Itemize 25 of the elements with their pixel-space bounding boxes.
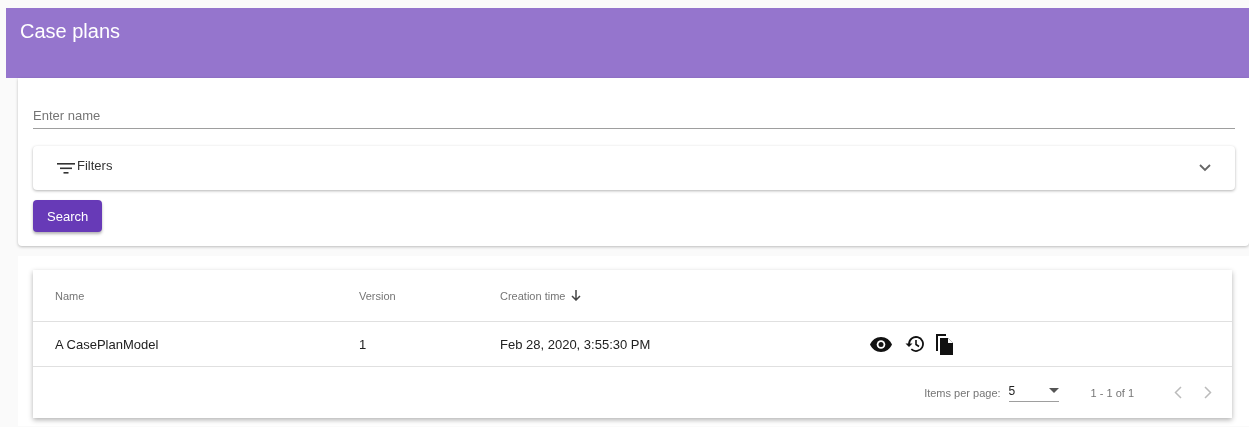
filter-icon — [57, 161, 75, 175]
history-icon — [904, 335, 924, 353]
table-cell: A CasePlanModel — [55, 336, 159, 352]
chevron-right-icon — [1204, 386, 1212, 399]
chevron-icon — [1199, 164, 1211, 172]
arrow-down-icon — [571, 290, 582, 301]
chevron-left-icon — [1174, 386, 1182, 399]
copy-button[interactable] — [936, 333, 953, 355]
copy-icon — [936, 333, 953, 355]
page-size-select[interactable]: 5 — [1008, 383, 1059, 402]
view-button[interactable] — [870, 336, 892, 352]
dropdown-arrow-icon — [1048, 388, 1059, 393]
column-header[interactable]: Name — [55, 289, 85, 302]
items-per-page-label: Items per page: — [924, 386, 1001, 399]
table-cell: 1 — [359, 336, 367, 352]
filters-label: Filters — [77, 157, 114, 173]
search-button[interactable]: Search — [33, 200, 103, 232]
column-header[interactable]: Version — [359, 289, 396, 302]
column-header[interactable]: Creation time — [500, 289, 582, 302]
page-range: 1 - 1 of 1 — [1090, 386, 1134, 399]
table-cell: Feb 28, 2020, 3:55:30 PM — [500, 336, 651, 352]
history-button[interactable] — [904, 335, 924, 353]
filters-panel[interactable]: Filters — [33, 146, 1235, 190]
page-title: Case plans — [20, 20, 121, 42]
eye-icon — [870, 336, 892, 352]
